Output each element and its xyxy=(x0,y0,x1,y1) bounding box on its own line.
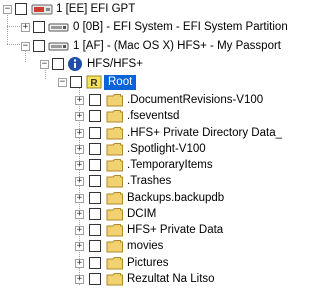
node-checkbox[interactable] xyxy=(89,159,101,171)
expand-toggle[interactable]: + xyxy=(75,161,84,170)
disk-partition-icon xyxy=(48,38,70,54)
node-label: .DocumentRevisions-V100 xyxy=(127,94,264,106)
folder-icon xyxy=(106,108,124,124)
expand-toggle[interactable]: + xyxy=(75,194,84,203)
node-label: DCIM xyxy=(127,208,157,220)
folder-icon xyxy=(106,157,124,173)
node-label: .HFS+ Private Directory Data_ xyxy=(127,127,282,139)
disk-partition-icon xyxy=(48,19,70,35)
node-label: Pictures xyxy=(127,257,169,269)
node-checkbox[interactable] xyxy=(89,208,101,220)
expand-toggle[interactable]: + xyxy=(75,96,84,105)
root-badge-text: R xyxy=(90,78,98,89)
node-checkbox[interactable] xyxy=(89,224,101,236)
file-tree: − 1 [EE] EFI GPT + 0 [0B] - EFI System -… xyxy=(0,0,288,289)
folder-icon xyxy=(106,173,124,189)
collapse-toggle[interactable]: − xyxy=(21,42,30,51)
folder-icon xyxy=(106,222,124,238)
node-label: HFS+ Private Data xyxy=(127,224,224,236)
tree-node-my-passport[interactable]: − 1 [AF] - (Mac OS X) HFS+ - My Passport xyxy=(0,37,281,56)
node-label: .Trashes xyxy=(127,175,172,187)
expand-toggle[interactable]: + xyxy=(75,112,84,121)
folder-icon xyxy=(106,206,124,222)
folder-icon xyxy=(106,271,124,287)
hard-drive-red-icon xyxy=(31,1,53,17)
tree-node-folder[interactable]: + Rezultat Na Litso xyxy=(0,270,273,289)
expand-toggle[interactable]: + xyxy=(75,210,84,219)
node-label: 1 [EE] EFI GPT xyxy=(56,3,136,15)
node-checkbox[interactable] xyxy=(89,273,101,285)
folder-icon xyxy=(106,255,124,271)
expand-toggle[interactable]: + xyxy=(75,226,84,235)
folder-icon xyxy=(106,125,124,141)
node-label: .Spotlight-V100 xyxy=(127,143,206,155)
collapse-toggle[interactable]: − xyxy=(3,5,12,14)
node-checkbox[interactable] xyxy=(89,257,101,269)
folder-icon xyxy=(106,92,124,108)
expand-toggle[interactable]: + xyxy=(75,259,84,268)
tree-node-efi-gpt[interactable]: − 1 [EE] EFI GPT xyxy=(0,0,273,19)
node-label: 0 [0B] - EFI System - EFI System Partiti… xyxy=(73,21,288,33)
expand-toggle[interactable]: + xyxy=(75,275,84,284)
expand-toggle[interactable]: + xyxy=(75,242,84,251)
node-checkbox[interactable] xyxy=(89,143,101,155)
node-label: Root xyxy=(104,75,137,90)
tree-node-hfs[interactable]: − HFS/HFS+ xyxy=(0,55,273,74)
tree-node-efi-system-partition[interactable]: + 0 [0B] - EFI System - EFI System Parti… xyxy=(0,18,288,37)
collapse-toggle[interactable]: − xyxy=(58,78,67,87)
folder-icon xyxy=(106,141,124,157)
node-label: Rezultat Na Litso xyxy=(127,273,215,285)
node-label: movies xyxy=(127,240,164,252)
expand-toggle[interactable]: + xyxy=(75,145,84,154)
collapse-toggle[interactable]: − xyxy=(40,60,49,69)
node-checkbox[interactable] xyxy=(15,3,27,15)
folder-icon xyxy=(106,190,124,206)
expand-toggle[interactable]: + xyxy=(75,129,84,138)
node-label: .fseventsd xyxy=(127,110,180,122)
node-checkbox[interactable] xyxy=(89,110,101,122)
node-checkbox[interactable] xyxy=(89,175,101,187)
node-checkbox[interactable] xyxy=(52,58,64,70)
node-checkbox[interactable] xyxy=(89,240,101,252)
expand-toggle[interactable]: + xyxy=(21,23,30,32)
node-checkbox[interactable] xyxy=(89,94,101,106)
node-label: 1 [AF] - (Mac OS X) HFS+ - My Passport xyxy=(73,40,281,52)
node-label: HFS/HFS+ xyxy=(87,58,143,70)
info-circle-icon xyxy=(67,56,83,72)
root-folder-icon: R xyxy=(86,74,102,90)
node-checkbox[interactable] xyxy=(89,192,101,204)
node-checkbox[interactable] xyxy=(33,40,45,52)
node-checkbox[interactable] xyxy=(89,127,101,139)
node-checkbox[interactable] xyxy=(70,76,82,88)
node-checkbox[interactable] xyxy=(33,21,45,33)
expand-toggle[interactable]: + xyxy=(75,177,84,186)
tree-node-root[interactable]: − R Root xyxy=(0,73,273,92)
folder-icon xyxy=(106,238,124,254)
node-label: Backups.backupdb xyxy=(127,192,225,204)
node-label: .TemporaryItems xyxy=(127,159,213,171)
